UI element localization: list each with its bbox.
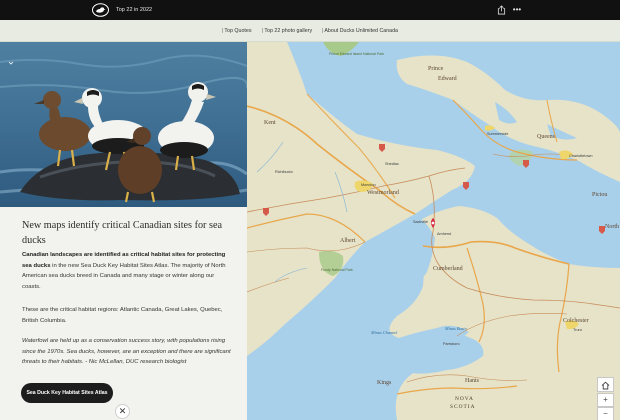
story-paragraph-1: Canadian landscapes are identified as cr… (22, 250, 234, 292)
map-home-button[interactable] (597, 377, 614, 392)
story-headline: New maps identify critical Canadian site… (22, 220, 223, 246)
nav-link-label: About Ducks Unlimited Canada (324, 28, 398, 34)
map-label-fundy-national-park: Fundy National Park (321, 268, 353, 272)
map-label-minas-basin: Minas Basin (445, 326, 467, 331)
sea-ducks-photo (0, 42, 247, 207)
nav-link-about[interactable]: |About Ducks Unlimited Canada (322, 28, 398, 35)
map-label-kings: Kings (377, 380, 392, 386)
home-icon (601, 381, 610, 390)
map-label-kent: Kent (264, 120, 276, 126)
map-label-westmorland: Westmorland (367, 190, 399, 196)
map-label-sackville: Sackville (413, 220, 428, 224)
map-label-pictou: Pictou (592, 192, 608, 198)
zoom-in-button[interactable]: + (597, 393, 614, 407)
map-label-minas-channel: Minas Channel (371, 330, 398, 335)
map-label-moncton: Moncton (361, 183, 376, 187)
map-label-nova: NOVA (455, 396, 474, 402)
map-label-cumberland: Cumberland (433, 266, 463, 272)
nav-link-top-quotes[interactable]: |Top Quotes (222, 28, 251, 35)
story-paragraph-2: These are the critical habitat regions: … (22, 307, 223, 324)
map-label-edward: Edward (438, 76, 457, 82)
map-label-colchester: Colchester (563, 318, 589, 324)
map-label-summerside: Summerside (487, 132, 509, 136)
map-label-shediac: Shediac (385, 162, 399, 166)
photo-expand-icon[interactable] (8, 60, 14, 66)
map-label-prince: Prince (428, 66, 444, 72)
map-label-pei-national-park: Prince Edward Island National Park (329, 52, 385, 56)
map-label-parrsboro: Parrsboro (443, 342, 460, 346)
more-icon[interactable]: ••• (512, 5, 522, 15)
nav-bar: |Top Quotes |Top 22 photo gallery |About… (0, 20, 620, 42)
atlas-button[interactable]: Sea Duck Key Habitat Sites Atlas (21, 383, 113, 403)
nav-link-label: Top Quotes (224, 28, 252, 34)
close-icon[interactable]: ✕ (115, 404, 130, 419)
story-quote-attribution: - Nic McLellan, DUC research biologist (83, 359, 187, 366)
zoom-out-button[interactable]: − (597, 407, 614, 420)
app-title: Top 22 in 2022 (116, 7, 153, 13)
nav-link-photo-gallery[interactable]: |Top 22 photo gallery (262, 28, 312, 35)
map-label-scotia: SCOTIA (450, 404, 476, 410)
map-label-charlottetown: Charlottetown (569, 154, 593, 158)
story-quote: Waterfowl are held up as a conservation … (22, 336, 234, 368)
map-label-amherst: Amherst (437, 232, 452, 236)
map-label-richibucto: Richibucto (275, 170, 293, 174)
share-icon[interactable] (497, 5, 506, 15)
story-panel: New maps identify critical Canadian site… (0, 42, 247, 420)
map-label-north: North (605, 224, 619, 230)
map-view[interactable]: Prince Edward Kent Queens Westmorland Al… (247, 42, 620, 420)
duck-logo-icon[interactable] (92, 3, 109, 17)
map-label-albert: Albert (340, 238, 356, 244)
map-canvas[interactable] (247, 42, 620, 420)
map-label-queens: Queens (537, 134, 555, 140)
map-label-hants: Hants (465, 378, 479, 384)
story-paragraph-1-rest: in the new Sea Duck Key Habitat Sites At… (22, 262, 226, 290)
top-bar: Top 22 in 2022 ••• (0, 0, 620, 20)
nav-link-label: Top 22 photo gallery (264, 28, 313, 34)
map-label-truro: Truro (573, 328, 582, 332)
